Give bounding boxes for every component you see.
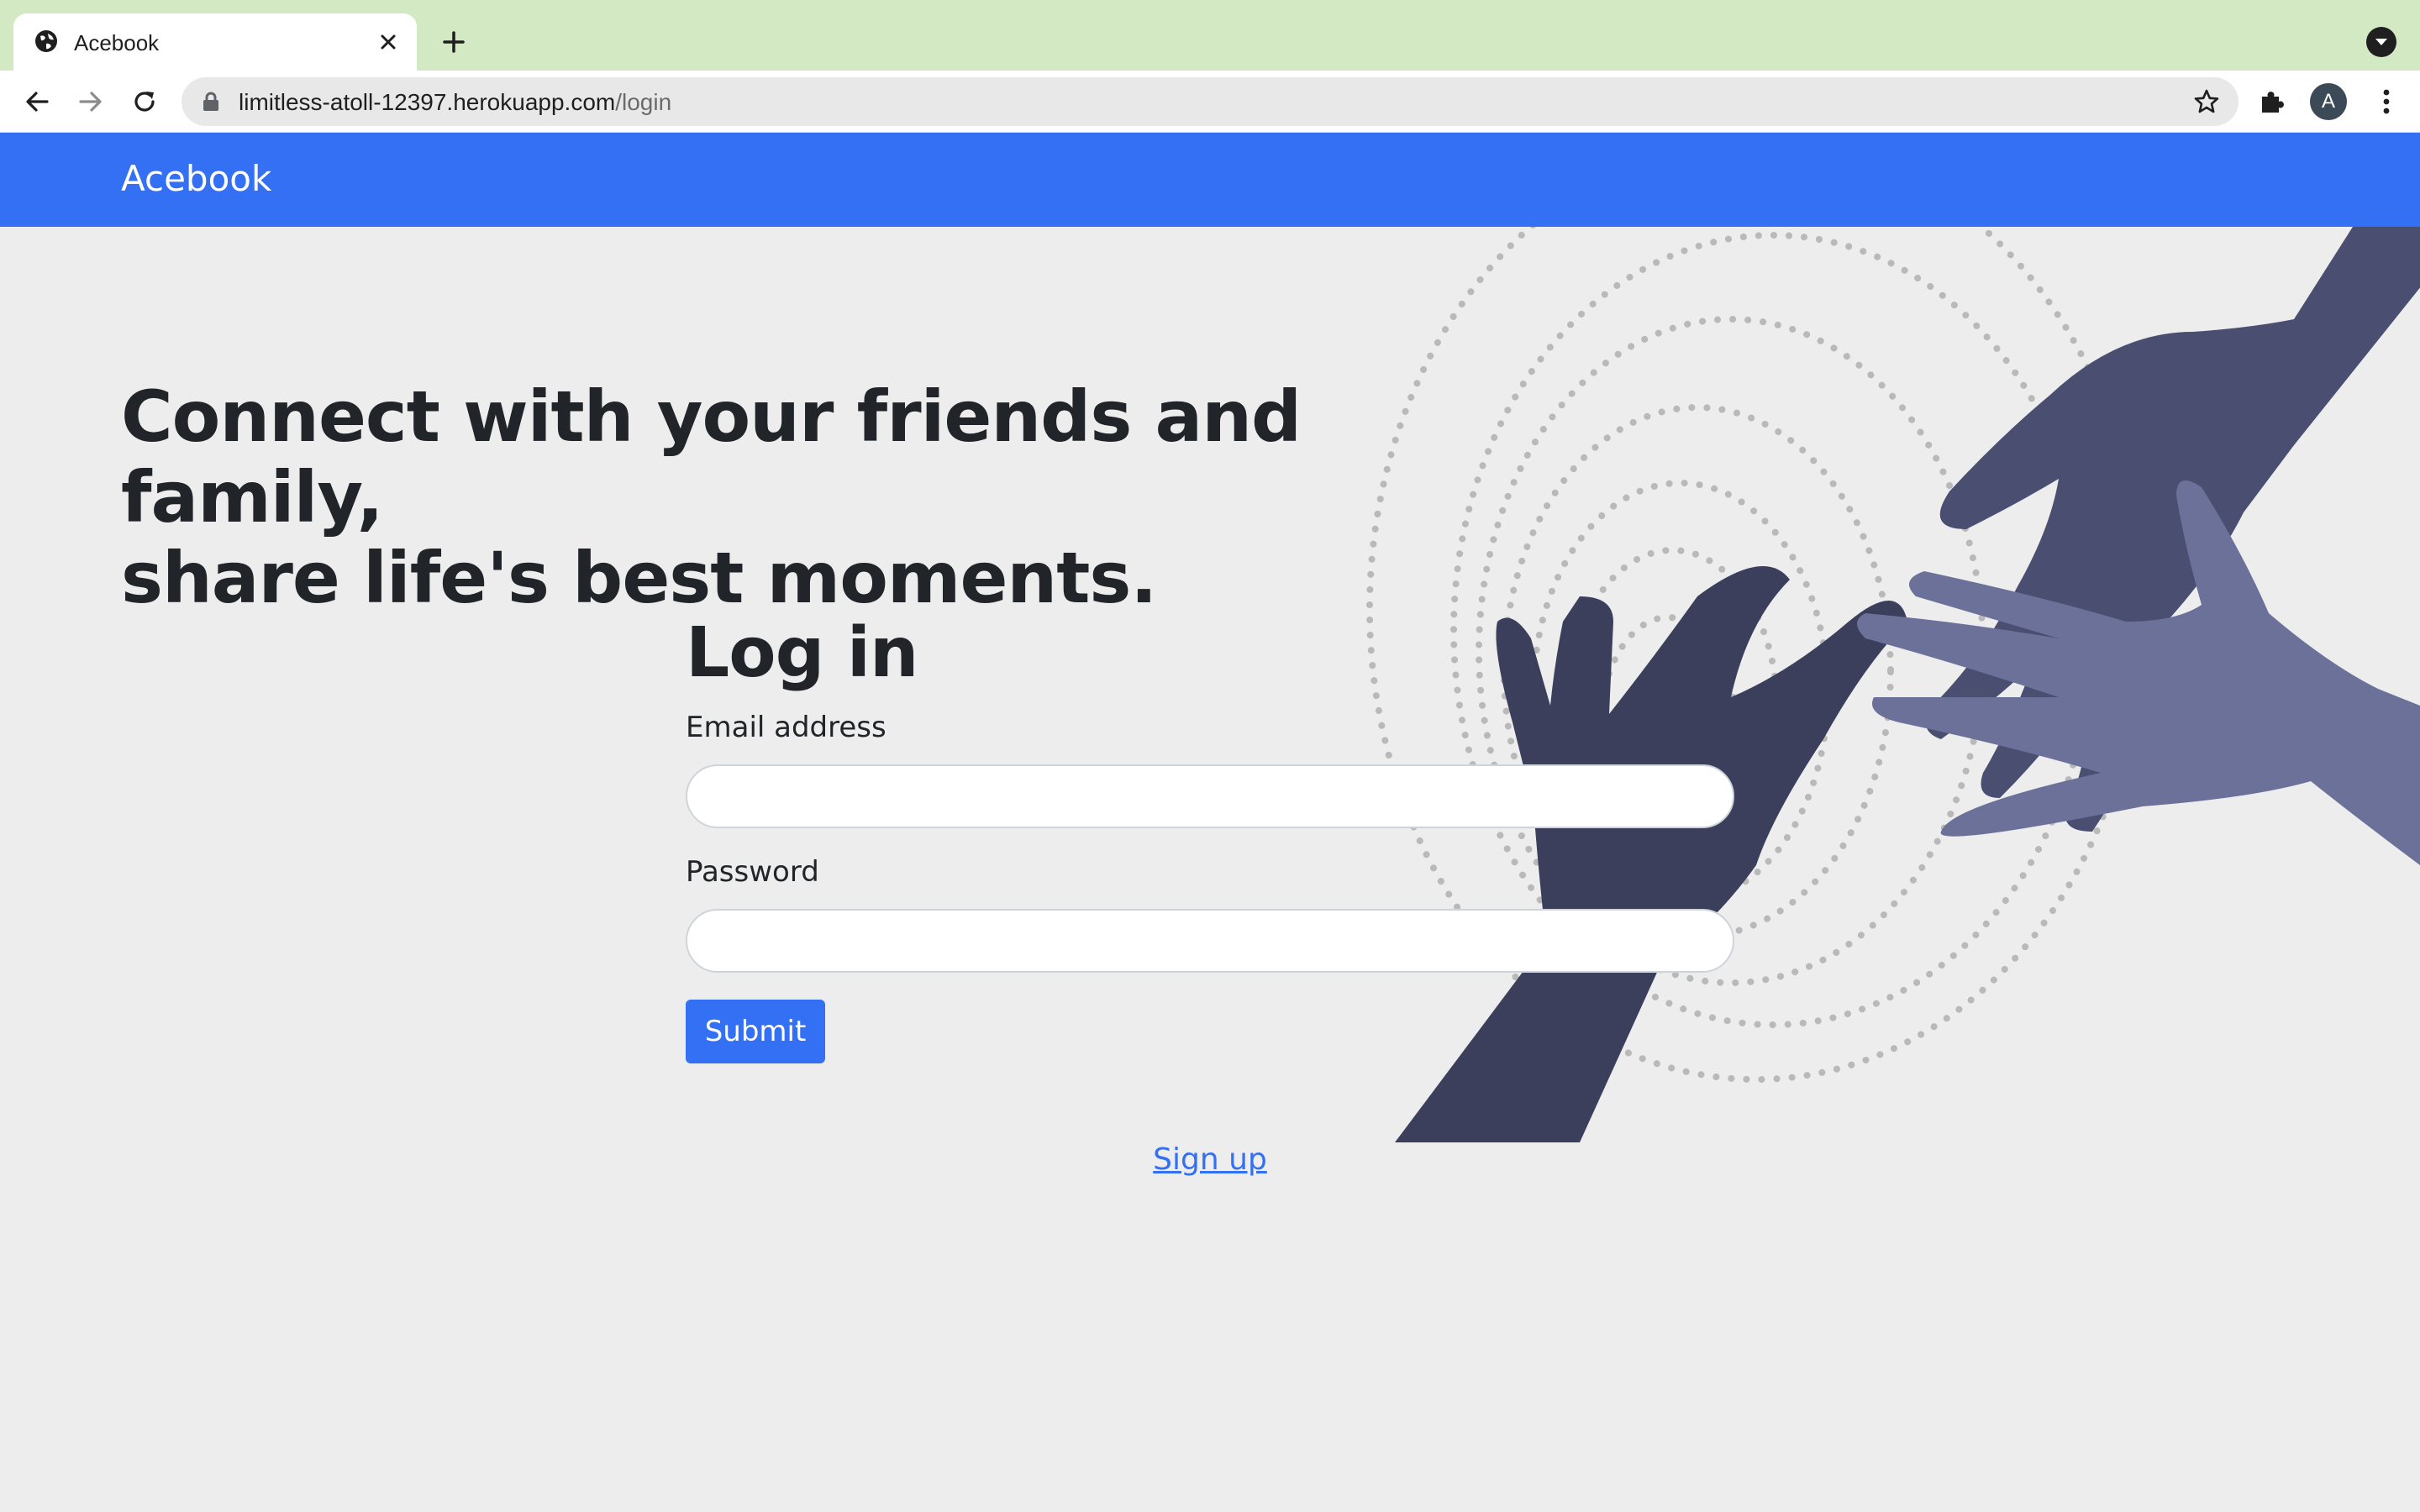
forward-button[interactable] [71,81,111,122]
puzzle-icon [2262,92,2284,113]
email-field[interactable] [686,764,1734,828]
browser-tabstrip: Acebook [0,0,2420,71]
extensions-button[interactable] [2255,85,2289,118]
site-navbar: Acebook [0,133,2420,227]
tab-search-button[interactable] [2366,27,2396,57]
headline-line-2: share life's best moments. [121,537,1157,619]
site-brand[interactable]: Acebook [121,158,271,199]
address-bar[interactable]: limitless-atoll-12397.herokuapp.com/logi… [182,77,2238,126]
password-label: Password [686,855,819,889]
plus-icon [443,31,465,53]
back-button[interactable] [17,81,57,122]
close-icon [381,34,396,50]
dark-hand [1395,566,1907,1142]
url-host: limitless-atoll-12397.herokuapp.com [239,89,616,115]
forward-arrow-icon [79,92,102,112]
tab-close-button[interactable] [371,25,405,59]
more-vertical-icon [2383,89,2390,114]
submit-button[interactable]: Submit [686,1000,825,1063]
password-field[interactable] [686,909,1734,973]
reaching-hands-illustration [1366,227,2420,1142]
browser-toolbar: limitless-atoll-12397.herokuapp.com/logi… [0,71,2420,133]
email-label: Email address [686,711,886,744]
tab-title: Acebook [74,30,160,55]
hero-headline: Connect with your friends and family, sh… [121,376,1465,618]
login-title: Log in [686,613,918,693]
star-icon[interactable] [2193,88,2220,115]
lock-icon [203,92,218,111]
url-text: limitless-atoll-12397.herokuapp.com/logi… [239,89,671,116]
reload-icon [134,92,155,112]
globe-icon [35,30,57,52]
profile-avatar[interactable]: A [2310,83,2347,120]
sign-up-link[interactable]: Sign up [0,1142,2420,1177]
back-arrow-icon [26,92,49,112]
url-path: /login [615,89,672,115]
new-tab-button[interactable] [434,22,474,62]
reload-button[interactable] [124,81,165,122]
page-content: Connect with your friends and family, sh… [0,227,2420,1512]
headline-line-1: Connect with your friends and family, [121,375,1302,538]
browser-tab[interactable]: Acebook [13,13,417,71]
chevron-down-icon [2375,39,2387,45]
browser-menu-button[interactable] [2368,83,2405,120]
